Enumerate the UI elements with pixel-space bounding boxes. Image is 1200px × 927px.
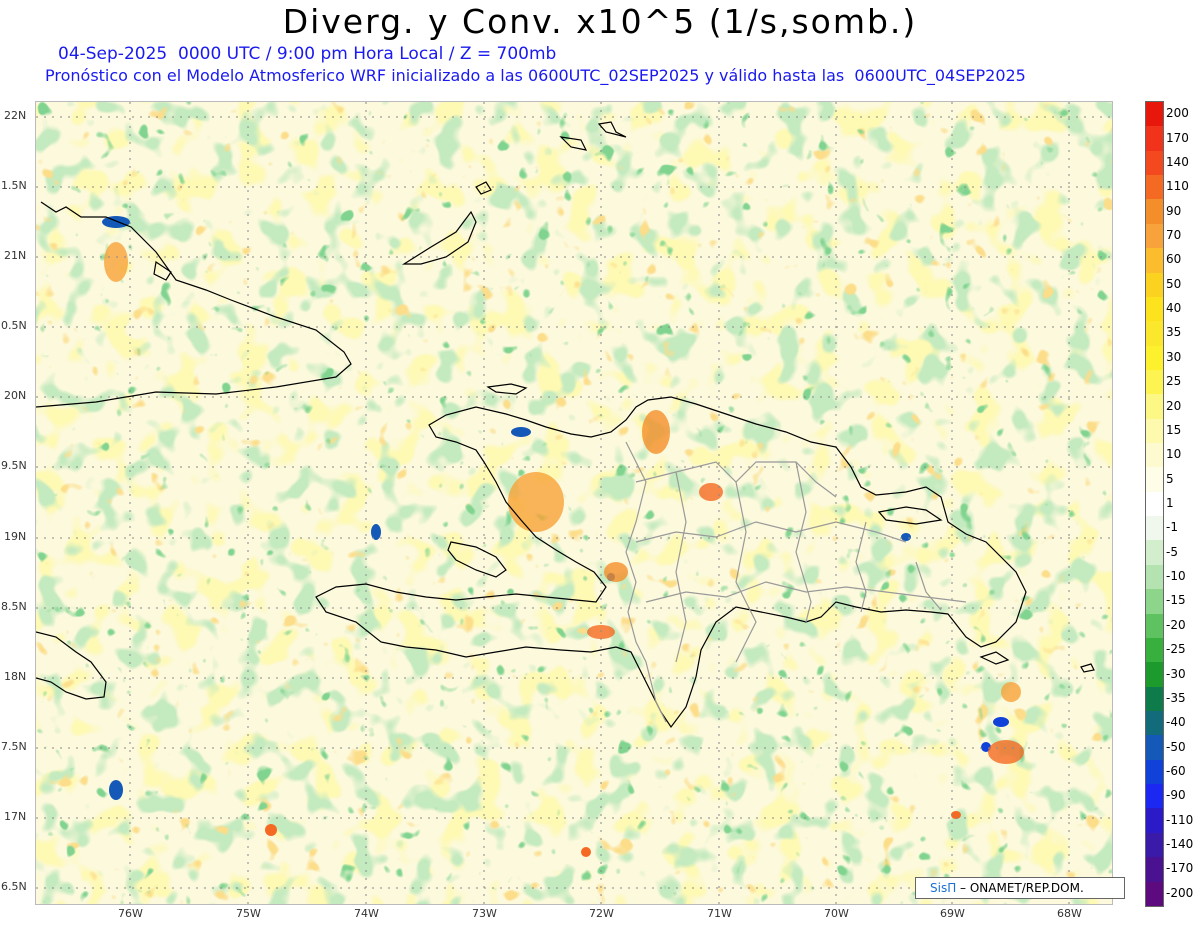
colorbar-tick-label: 25 <box>1166 374 1182 389</box>
forecast-time-subtitle: 04-Sep-2025 0000 UTC / 9:00 pm Hora Loca… <box>58 44 557 64</box>
colorbar-tick-label: -200 <box>1166 885 1194 900</box>
colorbar-swatch <box>1146 223 1163 249</box>
colorbar-tick-label: -25 <box>1166 642 1186 657</box>
colorbar-tick-label: -60 <box>1166 764 1186 778</box>
colorbar-swatch <box>1146 808 1163 833</box>
colorbar-tick-label: 20 <box>1166 398 1182 413</box>
colorbar-tick-label: 170 <box>1166 130 1189 145</box>
colorbar-swatch <box>1146 491 1163 517</box>
colorbar-tick-label: -170 <box>1166 861 1194 876</box>
colorbar-swatch <box>1146 248 1163 273</box>
lon-label: 70W <box>824 907 849 920</box>
colorbar-tick-label: 110 <box>1166 179 1189 194</box>
colorbar-swatch <box>1146 150 1163 176</box>
lon-label: 76W <box>118 907 143 920</box>
colorbar-tick-label: 35 <box>1166 325 1182 340</box>
lat-label: 22N <box>4 109 27 122</box>
colorbar-swatch <box>1146 735 1163 760</box>
colorbar-swatch <box>1146 345 1163 370</box>
lon-label: 72W <box>589 907 614 920</box>
colorbar-swatch <box>1146 784 1163 809</box>
lon-label: 75W <box>236 907 261 920</box>
lon-label: 71W <box>707 907 732 920</box>
lat-label: 17N <box>4 810 27 823</box>
colorbar-swatch <box>1146 272 1163 297</box>
lon-label: 73W <box>472 907 497 920</box>
colorbar-tick-label: -30 <box>1166 666 1186 681</box>
colorbar <box>1145 101 1164 907</box>
colorbar-tick-label: 15 <box>1166 422 1182 437</box>
colorbar-swatch <box>1146 199 1163 224</box>
colorbar-tick-label: -5 <box>1166 544 1178 559</box>
colorbar-tick-label: -50 <box>1166 739 1186 754</box>
credit-box: SisΠ – ONAMET/REP.DOM. <box>915 877 1125 899</box>
colorbar-tick-label: 10 <box>1166 447 1182 462</box>
colorbar-tick-label: -20 <box>1166 617 1186 632</box>
lat-label: 9.5N <box>1 459 27 472</box>
colorbar-tick-label: -1 <box>1166 520 1178 535</box>
colorbar-tick-label: -110 <box>1166 812 1194 827</box>
colorbar-swatch <box>1146 321 1163 346</box>
colorbar-tick-label: 140 <box>1166 154 1189 169</box>
lat-label: 6.5N <box>1 880 27 893</box>
lat-label: 1.5N <box>1 179 27 192</box>
colorbar-swatch <box>1146 418 1163 444</box>
colorbar-swatch <box>1146 369 1163 395</box>
colorbar-swatch <box>1146 589 1163 614</box>
colorbar-swatch <box>1146 857 1163 882</box>
lat-label: 7.5N <box>1 740 27 753</box>
colorbar-swatch <box>1146 759 1163 785</box>
colorbar-swatch <box>1146 710 1163 736</box>
colorbar-swatch <box>1146 686 1163 711</box>
colorbar-tick-label: 30 <box>1166 349 1182 364</box>
lat-label: 0.5N <box>1 319 27 332</box>
colorbar-swatch <box>1146 175 1163 200</box>
colorbar-tick-label: 5 <box>1166 471 1174 486</box>
lon-label: 74W <box>354 907 379 920</box>
colorbar-swatch <box>1146 832 1163 858</box>
colorbar-swatch <box>1146 637 1163 663</box>
colorbar-swatch <box>1146 540 1163 565</box>
lat-label: 19N <box>4 530 27 543</box>
colorbar-tick-label: -10 <box>1166 569 1186 584</box>
colorbar-tick-label: -140 <box>1166 837 1194 852</box>
colorbar-swatch <box>1146 467 1163 492</box>
colorbar-tick-label: 50 <box>1166 276 1182 291</box>
colorbar-swatch <box>1146 296 1163 322</box>
model-info-subtitle: Pronóstico con el Modelo Atmosferico WRF… <box>45 66 1026 85</box>
colorbar-tick-label: 1 <box>1166 496 1174 510</box>
colorbar-tick-label: -15 <box>1166 593 1186 608</box>
colorbar-swatch <box>1146 662 1163 687</box>
colorbar-tick-label: -40 <box>1166 715 1186 730</box>
colorbar-tick-label: 60 <box>1166 252 1182 267</box>
brand-logo: SisΠ <box>930 881 957 895</box>
lat-label: 20N <box>4 389 27 402</box>
colorbar-tick-label: -90 <box>1166 788 1186 803</box>
colorbar-swatch <box>1146 394 1163 419</box>
map-canvas <box>36 102 1112 904</box>
credit-text: – ONAMET/REP.DOM. <box>956 881 1084 895</box>
chart-title: Diverg. y Conv. x10^5 (1/s,somb.) <box>282 2 918 41</box>
lon-label: 69W <box>940 907 965 920</box>
lon-label: 68W <box>1057 907 1082 920</box>
colorbar-swatch <box>1146 516 1163 541</box>
colorbar-tick-label: 40 <box>1166 301 1182 316</box>
colorbar-tick-label: 90 <box>1166 203 1182 218</box>
colorbar-tick-label: 200 <box>1166 106 1189 121</box>
divergence-map <box>35 101 1113 905</box>
lat-label: 21N <box>4 249 27 262</box>
lat-label: 8.5N <box>1 600 27 613</box>
colorbar-swatch <box>1146 564 1163 590</box>
colorbar-tick-label: -35 <box>1166 690 1186 705</box>
colorbar-swatch <box>1146 443 1163 468</box>
colorbar-swatch <box>1146 102 1163 127</box>
colorbar-tick-label: 70 <box>1166 228 1182 242</box>
colorbar-swatch <box>1146 881 1163 906</box>
colorbar-swatch <box>1146 613 1163 638</box>
lat-label: 18N <box>4 670 27 683</box>
colorbar-swatch <box>1146 126 1163 151</box>
